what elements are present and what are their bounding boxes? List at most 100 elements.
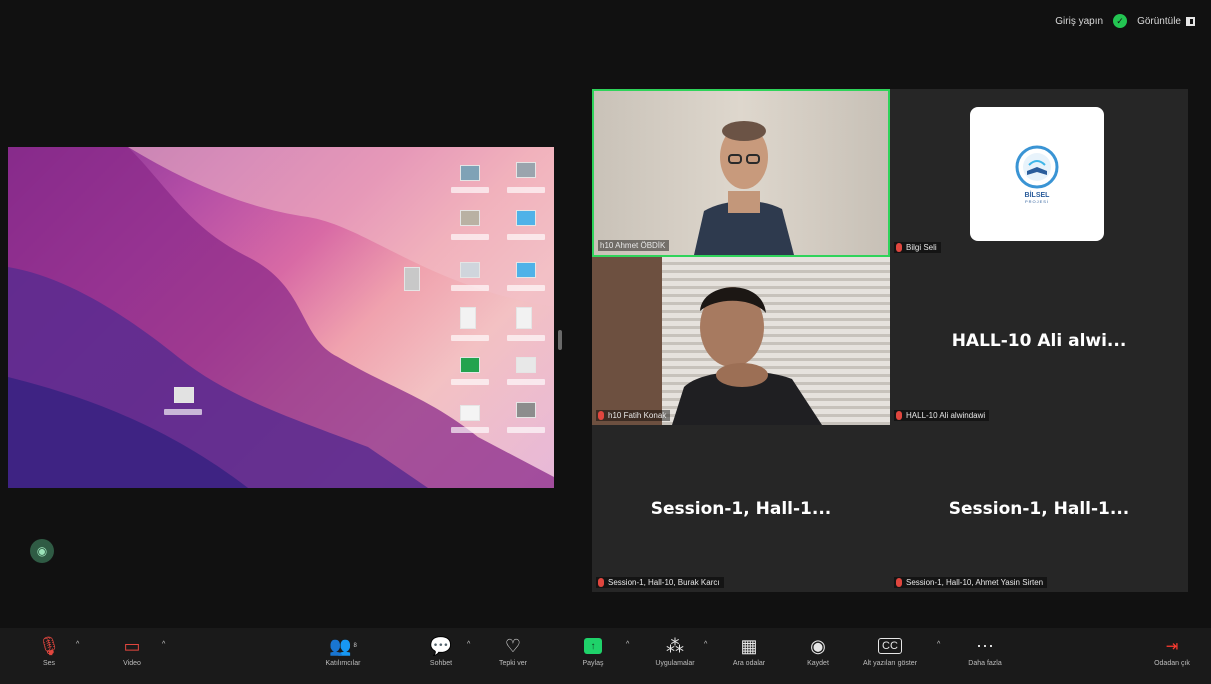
- more-button[interactable]: ⋯ Daha fazla: [950, 632, 1020, 668]
- participant-name-tag: Bilgi Seli: [894, 242, 941, 253]
- participant-tile[interactable]: Session-1, Hall-1... Session-1, Hall-10,…: [890, 425, 1188, 592]
- video-button[interactable]: ▭ Video: [97, 632, 167, 668]
- desktop-file-caption: [451, 187, 489, 193]
- desktop-file-icon[interactable]: [460, 262, 480, 278]
- mic-muted-icon: [896, 578, 902, 587]
- desktop-file-icon[interactable]: [516, 357, 536, 373]
- participant-name-tag: Session-1, Hall-10, Ahmet Yasin Sirten: [894, 577, 1048, 588]
- participant-video: [592, 257, 890, 425]
- mic-muted-icon: [598, 578, 604, 587]
- shared-screen[interactable]: [8, 147, 554, 488]
- closed-captions-icon: CC: [878, 638, 902, 654]
- desktop-file-caption: [451, 335, 489, 341]
- apps-icon: ⁂: [666, 635, 684, 656]
- participants-count: 8: [353, 643, 357, 649]
- desktop-file-caption: [507, 285, 545, 291]
- top-status-bar: Giriş yapın ✓ Görüntüle: [1055, 14, 1195, 28]
- chat-button[interactable]: 💬 Sohbet: [406, 632, 476, 668]
- desktop-file-caption: [164, 409, 202, 415]
- leave-button[interactable]: ⇥ Odadan çık: [1137, 632, 1207, 667]
- record-button[interactable]: ◉ Kaydet: [783, 632, 853, 668]
- participant-name-tag: HALL-10 Ali alwindawi: [894, 410, 990, 421]
- audio-options-caret[interactable]: ^: [76, 641, 79, 648]
- participant-tile[interactable]: Session-1, Hall-1... Session-1, Hall-10,…: [592, 425, 890, 592]
- mic-muted-icon: [896, 411, 902, 420]
- participant-tile[interactable]: BİLSEL PROJESİ Bilgi Seli: [890, 89, 1188, 257]
- participant-tile[interactable]: h10 Fatih Konak: [592, 257, 890, 425]
- video-gallery: h10 Ahmet ÖBDİK BİLSEL PROJESİ Bilgi Sel…: [592, 89, 1188, 592]
- desktop-file-icon[interactable]: [460, 210, 480, 226]
- apps-button[interactable]: ⁂ Uygulamalar: [640, 632, 710, 668]
- desktop-file-caption: [451, 427, 489, 433]
- participant-display-name: Session-1, Hall-1...: [948, 498, 1130, 519]
- desktop-file-caption: [451, 379, 489, 385]
- participant-name-tag: h10 Fatih Konak: [596, 410, 671, 421]
- gallery-view-icon: [1186, 16, 1195, 26]
- leave-icon: ⇥: [1165, 638, 1179, 655]
- record-label: Kaydet: [807, 660, 829, 667]
- chat-options-caret[interactable]: ^: [467, 641, 470, 648]
- share-options-caret[interactable]: ^: [626, 641, 629, 648]
- breakout-rooms-button[interactable]: ▦ Ara odalar: [714, 632, 784, 668]
- mic-off-icon: 🎙: [37, 635, 61, 656]
- participant-name: h10 Fatih Konak: [608, 411, 667, 420]
- view-button[interactable]: Görüntüle: [1137, 16, 1195, 27]
- participants-icon: 👥 8: [329, 635, 357, 656]
- splitter-handle[interactable]: [558, 330, 562, 350]
- desktop-drive-icon[interactable]: [404, 267, 420, 291]
- desktop-folder-icon[interactable]: [516, 262, 536, 278]
- view-label: Görüntüle: [1137, 15, 1181, 27]
- meeting-toolbar: 🎙 Ses ^ ▭ Video ^ 👥 8 Katılımcılar 💬 Sohb…: [0, 628, 1211, 684]
- audio-button[interactable]: 🎙 Ses: [14, 632, 84, 668]
- participant-tile[interactable]: h10 Ahmet ÖBDİK: [592, 89, 890, 257]
- audio-label: Ses: [42, 660, 56, 667]
- participant-video: [594, 91, 888, 255]
- apps-label: Uygulamalar: [655, 660, 695, 667]
- participant-name-tag: h10 Ahmet ÖBDİK: [598, 240, 670, 251]
- video-label: Video: [123, 660, 141, 667]
- reaction-icon[interactable]: ◉: [30, 539, 54, 563]
- logo-subtext: PROJESİ: [1024, 198, 1050, 204]
- react-label: Tepki ver: [498, 660, 527, 667]
- desktop-file-icon[interactable]: [460, 307, 476, 329]
- heart-icon: ♡: [504, 635, 522, 656]
- more-label: Daha fazla: [968, 660, 1002, 667]
- desktop-file-icon[interactable]: [460, 165, 480, 181]
- shield-check-icon[interactable]: ✓: [1113, 14, 1128, 28]
- participants-button[interactable]: 👥 8 Katılımcılar: [308, 632, 378, 668]
- book-logo-icon: [1015, 145, 1059, 188]
- chat-label: Sohbet: [429, 660, 453, 667]
- profile-logo: BİLSEL PROJESİ: [970, 107, 1104, 241]
- desktop-file-icon[interactable]: [516, 307, 532, 329]
- desktop-file-icon[interactable]: [460, 405, 480, 421]
- participant-name: h10 Ahmet ÖBDİK: [600, 241, 666, 250]
- video-off-icon: ▭: [123, 635, 141, 656]
- participant-name: HALL-10 Ali alwindawi: [906, 411, 986, 420]
- share-screen-icon: ↑: [584, 632, 602, 660]
- share-label: Paylaş: [582, 660, 604, 667]
- video-options-caret[interactable]: ^: [162, 641, 165, 648]
- breakout-rooms-icon: ▦: [740, 635, 758, 656]
- captions-button[interactable]: CC Alt yazıları göster: [855, 632, 925, 667]
- participants-label: Katılımcılar: [325, 660, 361, 667]
- captions-label: Alt yazıları göster: [862, 660, 918, 667]
- desktop-file-icon[interactable]: [516, 402, 536, 418]
- chat-icon: 💬: [429, 635, 453, 656]
- react-button[interactable]: ♡ Tepki ver: [478, 632, 548, 668]
- participant-name: Session-1, Hall-10, Burak Karcı: [608, 578, 720, 587]
- share-button[interactable]: ↑ Paylaş: [558, 632, 628, 667]
- desktop-folder-icon[interactable]: [516, 210, 536, 226]
- signin-label[interactable]: Giriş yapın: [1055, 16, 1103, 27]
- apps-options-caret[interactable]: ^: [704, 641, 707, 648]
- captions-options-caret[interactable]: ^: [937, 641, 940, 648]
- record-icon: ◉: [810, 635, 826, 656]
- leave-label: Odadan çık: [1154, 660, 1190, 667]
- desktop-file-caption: [451, 285, 489, 291]
- desktop-file-caption: [507, 187, 545, 193]
- desktop-file-icon[interactable]: [460, 357, 480, 373]
- desktop-file-icon[interactable]: [174, 387, 194, 403]
- participant-name: Bilgi Seli: [906, 243, 937, 252]
- participant-tile[interactable]: HALL-10 Ali alwi... HALL-10 Ali alwindaw…: [890, 257, 1188, 425]
- participant-display-name: HALL-10 Ali alwi...: [951, 331, 1127, 351]
- desktop-file-icon[interactable]: [516, 162, 536, 178]
